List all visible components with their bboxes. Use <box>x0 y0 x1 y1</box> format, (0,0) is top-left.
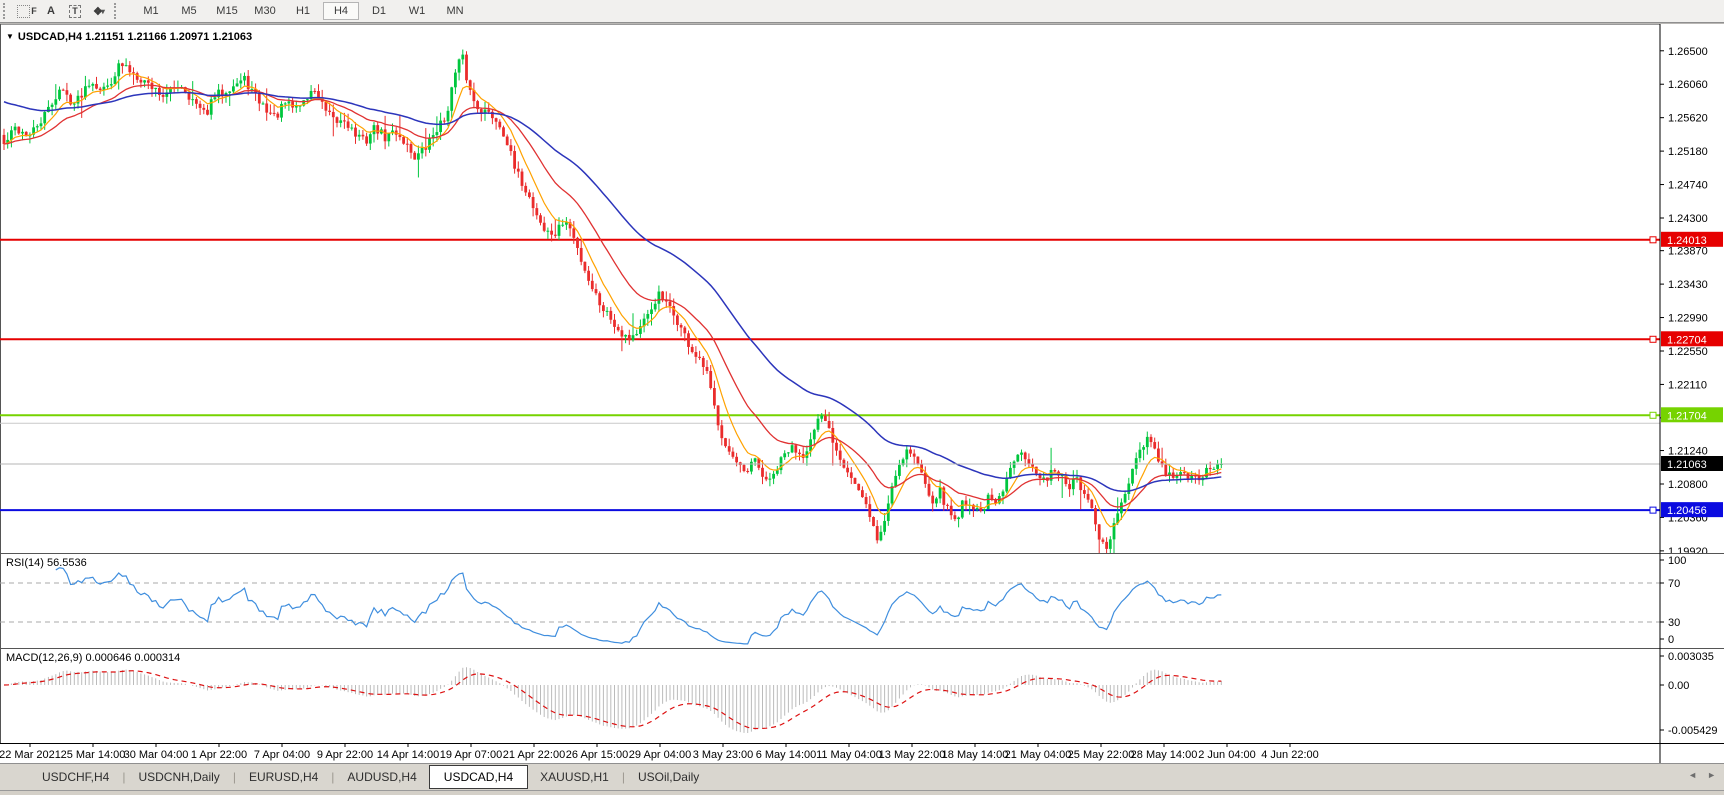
time-tick-label: 25 Mar 14:00 <box>61 749 126 761</box>
timeframe-button-d1[interactable]: D1 <box>361 2 397 20</box>
tab-scroll-right-button[interactable]: ► <box>1707 770 1716 780</box>
text-tool-icon: A <box>47 5 55 17</box>
level-drag-handle[interactable] <box>1650 507 1656 513</box>
price-tick-label: 1.26500 <box>1668 46 1708 58</box>
rsi-tick-label: 0 <box>1668 634 1674 646</box>
price-tick-label: 1.25620 <box>1668 113 1708 125</box>
level-drag-handle[interactable] <box>1650 237 1656 243</box>
time-tick-label: 3 May 23:00 <box>693 749 754 761</box>
time-tick-label: 30 Mar 04:00 <box>124 749 189 761</box>
tab-xauusd-h1[interactable]: XAUUSD,H1 <box>528 766 621 788</box>
level-drag-handle[interactable] <box>1650 336 1656 342</box>
macd-indicator-label: MACD(12,26,9) 0.000646 0.000314 <box>6 652 180 664</box>
price-tick-label: 1.23430 <box>1668 279 1708 291</box>
rsi-tick-label: 70 <box>1668 578 1680 590</box>
time-tick-label: 7 Apr 04:00 <box>254 749 310 761</box>
price-tick-label: 1.22550 <box>1668 346 1708 358</box>
price-tick-label: 1.20800 <box>1668 479 1708 491</box>
price-tick-label: 1.24740 <box>1668 180 1708 192</box>
level-drag-handle[interactable] <box>1650 412 1656 418</box>
timeframe-button-m5[interactable]: M5 <box>171 2 207 20</box>
time-tick-label: 2 Jun 04:00 <box>1198 749 1256 761</box>
time-tick-label: 14 Apr 14:00 <box>377 749 439 761</box>
price-tick-label: 1.19920 <box>1668 546 1708 553</box>
price-tick-label: 1.26060 <box>1668 79 1708 91</box>
timeframe-button-w1[interactable]: W1 <box>399 2 435 20</box>
time-tick-label: 22 Mar 2021 <box>0 749 61 761</box>
rsi-tick-label: 30 <box>1668 617 1680 629</box>
time-tick-label: 21 Apr 22:00 <box>503 749 565 761</box>
rsi-indicator-label: RSI(14) 56.5536 <box>6 557 87 569</box>
time-tick-label: 13 May 22:00 <box>879 749 946 761</box>
toolbar-grip[interactable] <box>3 3 11 19</box>
toolbar-grip[interactable] <box>114 3 122 19</box>
timeframe-button-m1[interactable]: M1 <box>133 2 169 20</box>
tab-scroll-left-button[interactable]: ◄ <box>1688 770 1697 780</box>
chart-dropdown-icon: ▼ <box>6 32 14 41</box>
tab-eurusd-h4[interactable]: EURUSD,H4 <box>237 766 330 788</box>
price-tick-label: 1.23870 <box>1668 246 1708 258</box>
macd-tick-label: 0.00 <box>1668 680 1689 692</box>
timeframe-group: M1M5M15M30H1H4D1W1MN <box>132 2 474 20</box>
mt4-window: F A T ❖ ▾ M1M5M15M30H1H4D1W1MN ▼USDCAD,H… <box>0 0 1724 795</box>
toolbar: F A T ❖ ▾ M1M5M15M30H1H4D1W1MN <box>0 0 1724 22</box>
rsi-tick-label: 100 <box>1668 555 1686 567</box>
chevron-down-icon[interactable]: ▾ <box>101 7 105 16</box>
tab-audusd-h4[interactable]: AUDUSD,H4 <box>335 766 428 788</box>
price-tick-label: 1.22110 <box>1668 379 1707 391</box>
macd-tick-label: 0.003035 <box>1668 651 1714 663</box>
tab-separator: | <box>331 770 334 784</box>
arrows-tool-button[interactable]: ❖ ▾ <box>87 2 111 20</box>
price-tick-label: 1.24300 <box>1668 213 1708 225</box>
time-tick-label: 6 May 14:00 <box>756 749 817 761</box>
fibonacci-retracement-button[interactable]: F <box>15 2 39 20</box>
timeframe-button-m15[interactable]: M15 <box>209 2 245 20</box>
tabs-holder: USDCHF,H4|USDCNH,Daily|EURUSD,H4|AUDUSD,… <box>30 765 711 789</box>
text-label-icon: T <box>69 5 81 18</box>
tab-usdcad-h4[interactable]: USDCAD,H4 <box>429 765 528 789</box>
time-tick-label: 28 May 14:00 <box>1131 749 1198 761</box>
macd-pane-canvas[interactable]: 0.003035 0.00 -0.005429 <box>0 648 1724 743</box>
time-tick-label: 25 May 22:00 <box>1068 749 1135 761</box>
window-bottom-strip <box>0 790 1724 795</box>
text-tool-button[interactable]: A <box>39 2 63 20</box>
timeframe-button-h4[interactable]: H4 <box>323 2 359 20</box>
time-tick-label: 18 May 14:00 <box>942 749 1009 761</box>
tab-usdchf-h4[interactable]: USDCHF,H4 <box>30 766 121 788</box>
price-tick-label: 1.21240 <box>1668 446 1708 458</box>
timeframe-button-mn[interactable]: MN <box>437 2 473 20</box>
time-tick-label: 26 Apr 15:00 <box>566 749 628 761</box>
time-tick-label: 11 May 04:00 <box>816 749 882 761</box>
fibonacci-grid-icon <box>17 5 30 18</box>
price-level-badge-label: 1.22704 <box>1667 334 1707 346</box>
tab-separator: | <box>622 770 625 784</box>
tab-separator: | <box>233 770 236 784</box>
time-tick-label: 4 Jun 22:00 <box>1261 749 1319 761</box>
price-level-badge-label: 1.20456 <box>1667 505 1707 517</box>
time-tick-label: 9 Apr 22:00 <box>317 749 373 761</box>
timeframe-button-h1[interactable]: H1 <box>285 2 321 20</box>
price-level-badge-label: 1.24013 <box>1667 235 1707 247</box>
time-tick-label: 29 Apr 04:00 <box>629 749 691 761</box>
text-label-tool-button[interactable]: T <box>63 2 87 20</box>
time-tick-label: 21 May 04:00 <box>1005 749 1072 761</box>
tab-usdcnh-daily[interactable]: USDCNH,Daily <box>126 766 231 788</box>
symbol-tabbar: USDCHF,H4|USDCNH,Daily|EURUSD,H4|AUDUSD,… <box>0 763 1724 790</box>
price-tick-label: 1.25180 <box>1668 146 1708 158</box>
current-price-badge-label: 1.21063 <box>1667 459 1707 471</box>
price-level-badge-label: 1.21704 <box>1667 410 1707 422</box>
price-tick-label: 1.22990 <box>1668 313 1708 325</box>
time-tick-label: 1 Apr 22:00 <box>191 749 247 761</box>
tab-separator: | <box>122 770 125 784</box>
time-tick-label: 19 Apr 07:00 <box>440 749 502 761</box>
rsi-pane-canvas[interactable]: 100 70 30 0 <box>0 553 1724 648</box>
chart-title: ▼USDCAD,H4 1.21151 1.21166 1.20971 1.210… <box>6 31 252 43</box>
timeframe-button-m30[interactable]: M30 <box>247 2 283 20</box>
macd-tick-label: -0.005429 <box>1668 725 1718 737</box>
time-axis: 22 Mar 202125 Mar 14:0030 Mar 04:001 Apr… <box>0 743 1724 763</box>
tab-usoil-daily[interactable]: USOil,Daily <box>626 766 711 788</box>
price-chart-canvas[interactable]: 1.26500 1.26060 1.25620 1.25180 1.24740 1.243… <box>0 24 1724 553</box>
